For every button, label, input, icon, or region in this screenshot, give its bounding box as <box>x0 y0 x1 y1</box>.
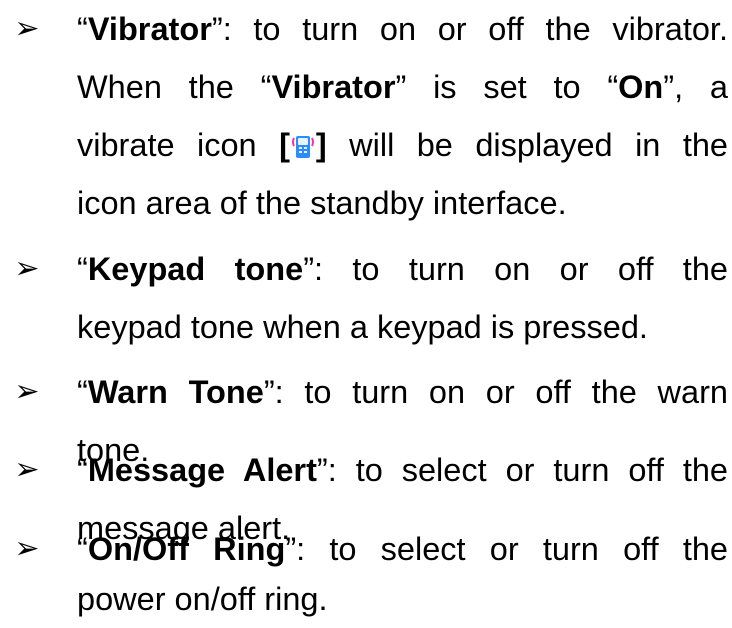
on-off-ring-term: On/Off Ring <box>87 531 286 567</box>
message-alert-line-1: “Message Alert”: to select or turn off t… <box>77 452 728 488</box>
vibrator-line-4: icon area of the standby interface. <box>77 185 567 221</box>
message-alert-term: Message Alert <box>87 452 317 488</box>
arrow-bullet-icon: ➢ <box>14 11 40 46</box>
document-page: ➢ “Vibrator”: to turn on or off the vibr… <box>0 0 732 619</box>
vibrator-line-3: vibrate icon [ ] will be displayed in th… <box>77 116 728 174</box>
vibrator-line-1: “Vibrator”: to turn on or off the vibrat… <box>77 11 728 47</box>
arrow-bullet-icon: ➢ <box>14 251 40 286</box>
vibrate-icon <box>291 120 315 158</box>
vibrator-term: Vibrator <box>87 11 212 47</box>
warn-tone-term: Warn Tone <box>87 374 264 410</box>
vibrator-line-2: When the “Vibrator” is set to “On”, a <box>77 69 728 105</box>
keypad-tone-line-2: keypad tone when a keypad is pressed. <box>77 309 648 345</box>
arrow-bullet-icon: ➢ <box>14 452 40 487</box>
arrow-bullet-icon: ➢ <box>14 531 40 566</box>
warn-tone-line-1: “Warn Tone”: to turn on or off the warn <box>77 374 728 410</box>
keypad-tone-line-1: “Keypad tone”: to turn on or off the <box>77 251 728 287</box>
arrow-bullet-icon: ➢ <box>14 374 40 409</box>
on-off-ring-line-2: power on/off ring. <box>77 581 328 617</box>
keypad-tone-term: Keypad tone <box>87 251 304 287</box>
